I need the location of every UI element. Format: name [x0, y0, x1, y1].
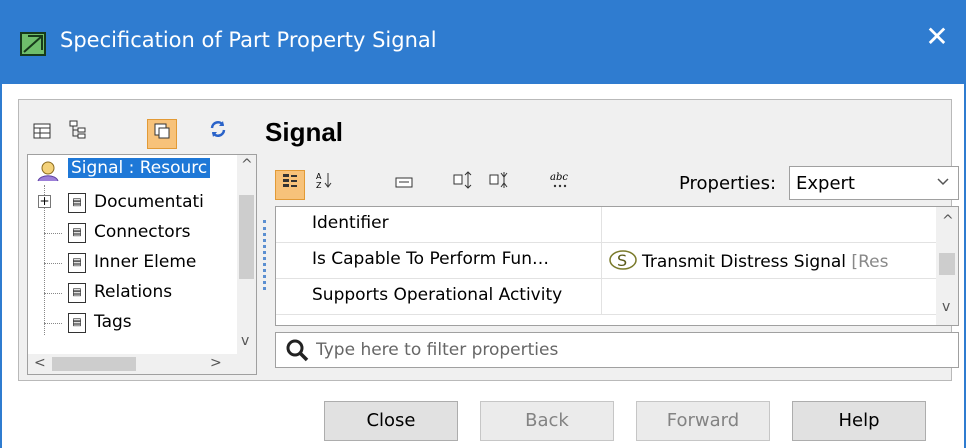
tree-connector: [44, 263, 62, 264]
scroll-up-icon[interactable]: ^: [241, 157, 253, 173]
tree-item-label: Inner Eleme: [94, 252, 197, 272]
tree-item-inner-elements[interactable]: ▤ Inner Eleme: [28, 249, 228, 277]
scroll-thumb[interactable]: [52, 357, 136, 371]
page-icon: ▤: [68, 283, 86, 303]
svg-text:abc: abc: [550, 172, 568, 183]
text-field-icon[interactable]: [389, 170, 419, 200]
tree-item-label: Tags: [94, 312, 132, 332]
property-value-text: Transmit Distress Signal: [642, 252, 847, 272]
tree-root-item[interactable]: Signal : Resourc: [28, 157, 228, 185]
properties-label: Properties:: [679, 173, 777, 194]
tree-vertical-scrollbar[interactable]: ^ v: [237, 155, 256, 355]
refresh-icon[interactable]: [203, 119, 233, 149]
table-view-icon[interactable]: [27, 119, 57, 149]
property-value[interactable]: [602, 279, 940, 315]
filter-box[interactable]: [275, 332, 959, 368]
scroll-down-icon[interactable]: v: [241, 333, 249, 349]
close-button[interactable]: Close: [324, 401, 458, 441]
property-value[interactable]: S Transmit Distress Signal [Res: [602, 243, 940, 279]
categorized-view-icon[interactable]: [275, 170, 305, 200]
tree-item-documentation[interactable]: + ▤ Documentati: [28, 189, 228, 217]
grid-vertical-scrollbar[interactable]: ^ v: [936, 207, 958, 325]
tree-item-label: Documentati: [94, 192, 204, 212]
property-row[interactable]: Identifier: [276, 207, 940, 243]
splitter-handle[interactable]: [263, 220, 267, 290]
sort-alphabetical-icon[interactable]: AZ: [309, 170, 339, 200]
scroll-thumb[interactable]: [939, 253, 955, 275]
properties-mode-select[interactable]: Expert: [789, 166, 959, 200]
function-icon: S: [608, 249, 638, 271]
back-button[interactable]: Back: [480, 401, 614, 441]
filter-input[interactable]: [316, 338, 936, 362]
svg-text:S: S: [617, 251, 627, 270]
tree-item-tags[interactable]: ▤ Tags: [28, 309, 228, 337]
navigation-tree: Signal : Resourc + ▤ Documentati ▤ Conne…: [27, 154, 257, 375]
dialog-body: Signal Signal : Resourc + ▤ Documentati …: [0, 84, 966, 448]
svg-text:A: A: [316, 172, 322, 181]
scroll-thumb[interactable]: [239, 195, 254, 279]
forward-button[interactable]: Forward: [636, 401, 770, 441]
property-name: Identifier: [306, 207, 602, 243]
search-icon: [284, 337, 310, 363]
specification-panel: Signal Signal : Resourc + ▤ Documentati …: [18, 99, 959, 381]
property-name: Supports Operational Activity: [306, 279, 602, 315]
property-value[interactable]: [602, 207, 940, 243]
scroll-right-icon[interactable]: >: [210, 355, 222, 371]
scroll-up-icon[interactable]: ^: [942, 213, 954, 229]
window-title: Specification of Part Property Signal: [60, 28, 437, 52]
diagram-icon: [20, 32, 46, 56]
chevron-down-icon: [936, 171, 950, 196]
page-icon: ▤: [68, 193, 86, 213]
page-icon: ▤: [68, 223, 86, 243]
property-name: Is Capable To Perform Fun…: [306, 243, 602, 279]
expand-all-icon[interactable]: [449, 170, 479, 200]
help-button[interactable]: Help: [792, 401, 926, 441]
property-row[interactable]: Is Capable To Perform Fun… S Transmit Di…: [276, 243, 940, 279]
property-grid: Identifier Is Capable To Perform Fun… S …: [275, 206, 959, 326]
expand-icon[interactable]: +: [38, 195, 51, 208]
close-window-button[interactable]: ✕: [922, 22, 952, 52]
page-icon: ▤: [68, 253, 86, 273]
tree-item-label: Connectors: [94, 222, 191, 242]
tree-connector: [44, 233, 62, 234]
tree-connector: [44, 323, 62, 324]
show-descriptions-icon[interactable]: abc: [545, 170, 575, 200]
page-icon: ▤: [68, 313, 86, 333]
property-row[interactable]: Supports Operational Activity: [276, 279, 940, 315]
panels-icon[interactable]: [147, 119, 177, 149]
tree-horizontal-scrollbar[interactable]: < >: [28, 354, 256, 374]
element-heading: Signal: [265, 117, 344, 147]
scroll-left-icon[interactable]: <: [34, 355, 46, 371]
tree-root-label: Signal : Resourc: [68, 158, 211, 178]
title-bar: Specification of Part Property Signal ✕: [0, 0, 966, 84]
part-property-icon: [34, 159, 62, 188]
tree-item-relations[interactable]: ▤ Relations: [28, 279, 228, 307]
property-value-suffix: [Res: [846, 252, 889, 272]
tree-connector: [44, 293, 62, 294]
collapse-all-icon[interactable]: [485, 170, 515, 200]
tree-item-label: Relations: [94, 282, 173, 302]
tree-item-connectors[interactable]: ▤ Connectors: [28, 219, 228, 247]
svg-text:Z: Z: [316, 181, 322, 190]
scroll-down-icon[interactable]: v: [942, 299, 950, 315]
properties-mode-value: Expert: [796, 173, 855, 194]
tree-view-icon[interactable]: [63, 119, 93, 149]
